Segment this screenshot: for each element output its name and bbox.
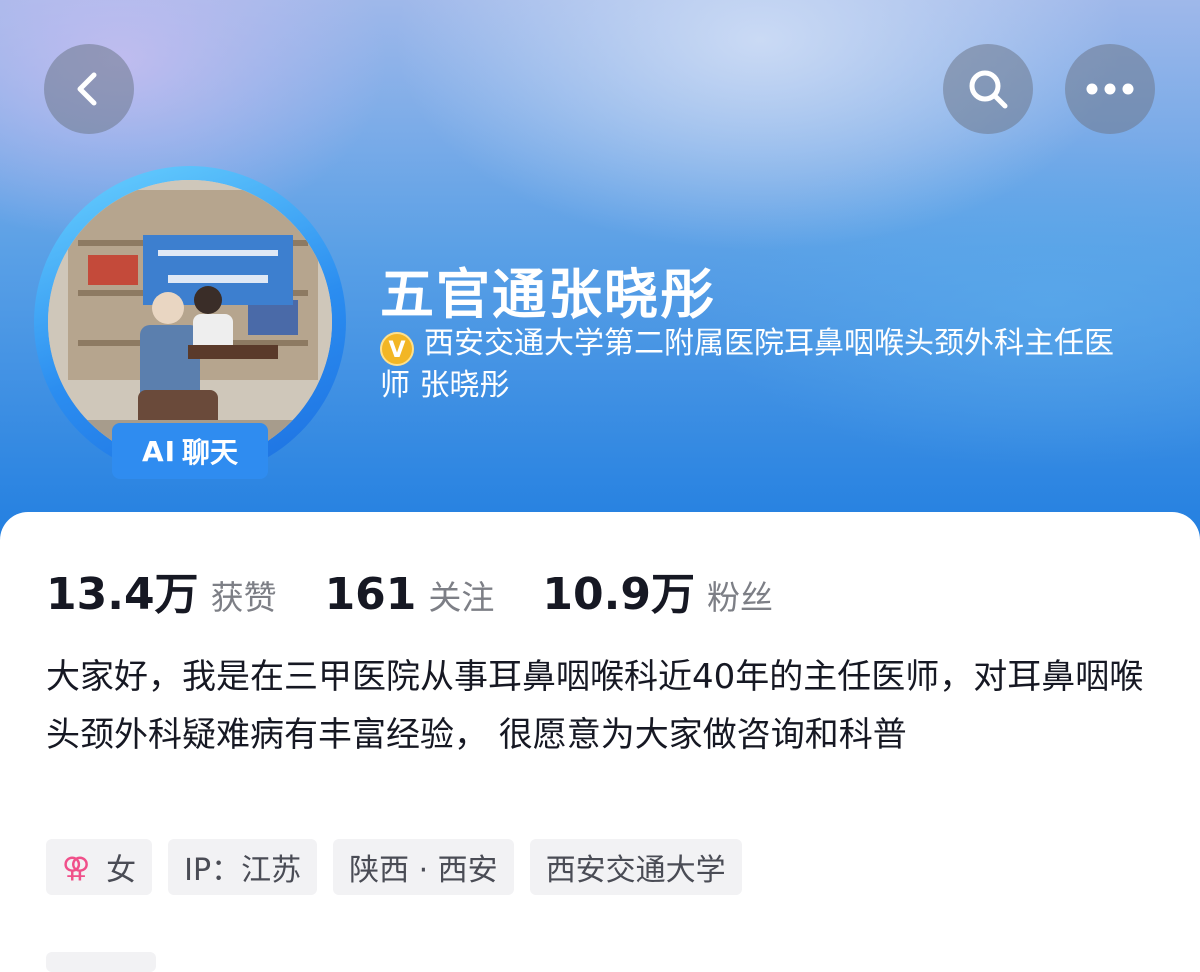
stat-value: 13.4万 xyxy=(46,569,199,620)
stat-followers[interactable]: 10.9万 粉丝 xyxy=(542,558,773,622)
tag-text: IP：江苏 xyxy=(184,853,302,888)
profile-tags: ⚢ 女 IP：江苏 陕西 · 西安 西安交通大学 xyxy=(46,839,758,895)
more-button[interactable] xyxy=(1065,44,1155,134)
search-button[interactable] xyxy=(943,44,1033,134)
avatar-photo-icon xyxy=(48,180,332,464)
back-button[interactable] xyxy=(44,44,134,134)
ai-chat-badge[interactable]: AI 聊天 xyxy=(112,423,268,479)
tag-school[interactable]: 西安交通大学 xyxy=(529,839,742,895)
stat-label: 获赞 xyxy=(210,578,277,617)
tag-text: 陕西 · 西安 xyxy=(349,853,498,888)
profile-header: AI 聊天 五官通张晓彤 V 西安交通大学第二附属医院耳鼻咽喉头颈外科主任医师 张… xyxy=(0,0,1200,560)
stat-following[interactable]: 161 关注 xyxy=(325,569,495,620)
stat-label: 粉丝 xyxy=(706,578,773,617)
profile-name: 五官通张晓彤 xyxy=(380,263,716,326)
female-icon: ⚢ xyxy=(62,850,91,884)
chevron-left-icon xyxy=(77,72,97,106)
tag-location[interactable]: 陕西 · 西安 xyxy=(333,839,514,895)
tag-text: 西安交通大学 xyxy=(545,853,726,888)
profile-bio: 大家好，我是在三甲医院从事耳鼻咽喉科近40年的主任医师，对耳鼻咽喉头颈外科疑难病… xyxy=(46,657,1144,755)
stats-row: 13.4万 获赞 161 关注 10.9万 粉丝 xyxy=(46,558,821,622)
stat-label: 关注 xyxy=(428,578,495,617)
ai-badge-ai: AI xyxy=(141,434,177,468)
stat-value: 161 xyxy=(324,569,417,620)
profile-info-card: 13.4万 获赞 161 关注 10.9万 粉丝 大家好，我是在三甲医院从事耳鼻… xyxy=(0,512,1200,972)
avatar[interactable] xyxy=(48,180,332,464)
verification-text: 西安交通大学第二附属医院耳鼻咽喉头颈外科主任医师 张晓彤 xyxy=(380,326,1114,403)
search-icon xyxy=(969,70,1008,109)
stat-likes[interactable]: 13.4万 获赞 xyxy=(46,558,277,622)
tag-gender: ⚢ 女 xyxy=(46,839,153,895)
tag-ip: IP：江苏 xyxy=(168,839,318,895)
tag-text: 女 xyxy=(106,853,137,888)
verification-line: V 西安交通大学第二附属医院耳鼻咽喉头颈外科主任医师 张晓彤 xyxy=(380,324,1140,406)
verified-v-icon: V xyxy=(380,332,414,366)
more-dots-icon xyxy=(1086,83,1134,95)
stat-value: 10.9万 xyxy=(542,569,695,620)
partial-next-element xyxy=(46,952,156,972)
ai-badge-label: 聊天 xyxy=(182,436,239,469)
